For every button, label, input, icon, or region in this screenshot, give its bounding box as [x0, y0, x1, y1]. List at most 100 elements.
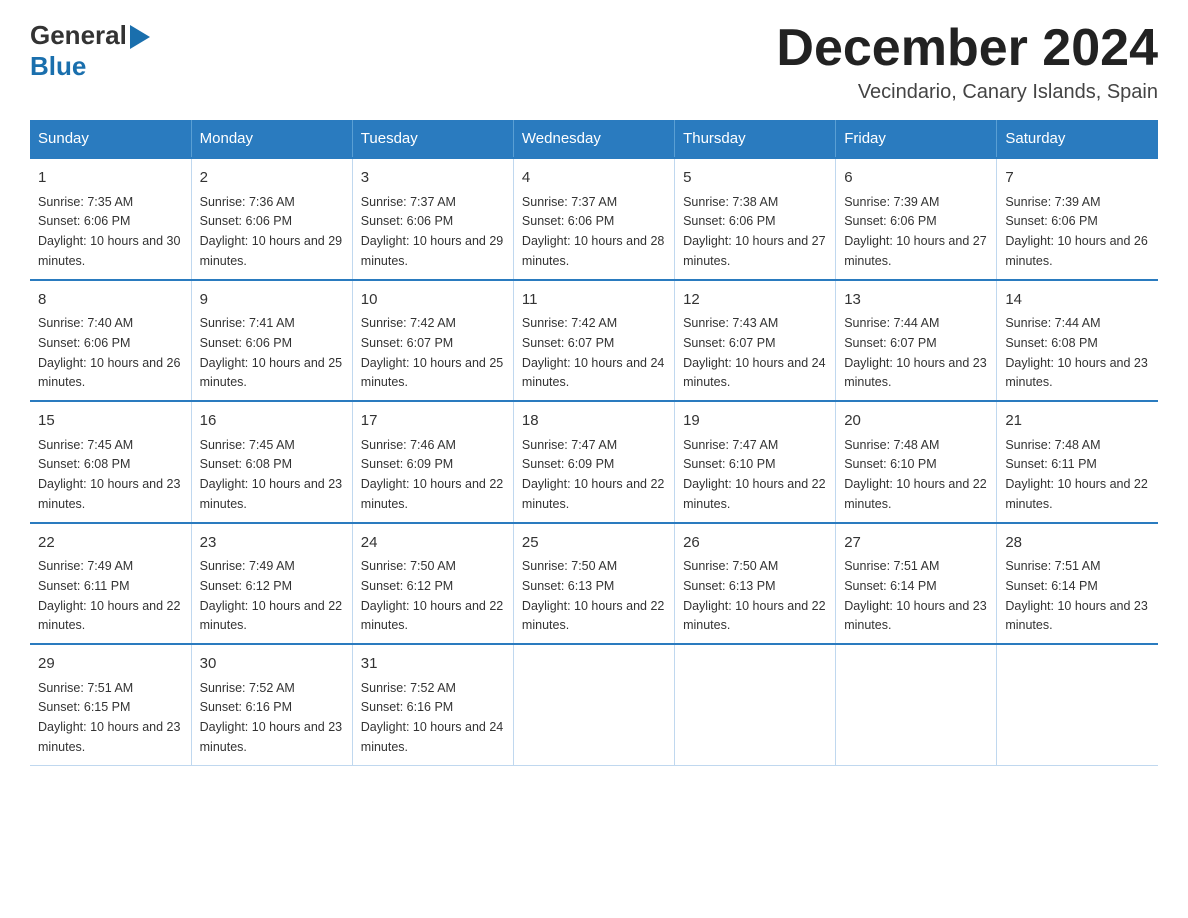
day-info: Sunrise: 7:39 AMSunset: 6:06 PMDaylight:…	[844, 195, 986, 268]
calendar-cell: 27 Sunrise: 7:51 AMSunset: 6:14 PMDayligh…	[836, 523, 997, 645]
day-info: Sunrise: 7:46 AMSunset: 6:09 PMDaylight:…	[361, 438, 503, 511]
calendar-cell	[675, 644, 836, 765]
day-info: Sunrise: 7:52 AMSunset: 6:16 PMDaylight:…	[200, 681, 342, 754]
day-info: Sunrise: 7:35 AMSunset: 6:06 PMDaylight:…	[38, 195, 180, 268]
day-info: Sunrise: 7:45 AMSunset: 6:08 PMDaylight:…	[200, 438, 342, 511]
calendar-week-row: 22 Sunrise: 7:49 AMSunset: 6:11 PMDayligh…	[30, 523, 1158, 645]
calendar-cell: 6 Sunrise: 7:39 AMSunset: 6:06 PMDaylight…	[836, 158, 997, 280]
header-row: SundayMondayTuesdayWednesdayThursdayFrid…	[30, 120, 1158, 158]
calendar-cell	[513, 644, 674, 765]
day-number: 30	[200, 653, 344, 676]
calendar-cell: 7 Sunrise: 7:39 AMSunset: 6:06 PMDaylight…	[997, 158, 1158, 280]
calendar-cell: 18Sunrise: 7:47 AMSunset: 6:09 PMDayligh…	[513, 401, 674, 523]
logo-general-text: General	[30, 20, 127, 51]
calendar-cell: 20 Sunrise: 7:48 AMSunset: 6:10 PMDayligh…	[836, 401, 997, 523]
day-number: 21	[1005, 410, 1150, 433]
title-section: December 2024 Vecindario, Canary Islands…	[776, 20, 1158, 104]
calendar-cell: 23Sunrise: 7:49 AMSunset: 6:12 PMDayligh…	[191, 523, 352, 645]
calendar-cell: 2 Sunrise: 7:36 AMSunset: 6:06 PMDaylight…	[191, 158, 352, 280]
day-number: 24	[361, 532, 505, 555]
calendar-week-row: 8 Sunrise: 7:40 AMSunset: 6:06 PMDaylight…	[30, 280, 1158, 402]
day-number: 7	[1005, 167, 1150, 190]
day-number: 22	[38, 532, 183, 555]
calendar-cell: 14 Sunrise: 7:44 AMSunset: 6:08 PMDayligh…	[997, 280, 1158, 402]
day-info: Sunrise: 7:51 AMSunset: 6:14 PMDaylight:…	[844, 559, 986, 632]
day-number: 9	[200, 289, 344, 312]
day-info: Sunrise: 7:51 AMSunset: 6:15 PMDaylight:…	[38, 681, 180, 754]
day-info: Sunrise: 7:49 AMSunset: 6:11 PMDaylight:…	[38, 559, 180, 632]
header-cell-saturday: Saturday	[997, 120, 1158, 158]
header-cell-tuesday: Tuesday	[352, 120, 513, 158]
calendar-cell: 24 Sunrise: 7:50 AMSunset: 6:12 PMDayligh…	[352, 523, 513, 645]
day-number: 11	[522, 289, 666, 312]
day-number: 26	[683, 532, 827, 555]
day-info: Sunrise: 7:42 AMSunset: 6:07 PMDaylight:…	[522, 316, 664, 389]
day-number: 28	[1005, 532, 1150, 555]
day-info: Sunrise: 7:44 AMSunset: 6:07 PMDaylight:…	[844, 316, 986, 389]
calendar-cell	[836, 644, 997, 765]
page-header: General Blue December 2024 Vecindario, C…	[30, 20, 1158, 104]
day-number: 27	[844, 532, 988, 555]
calendar-cell: 17 Sunrise: 7:46 AMSunset: 6:09 PMDayligh…	[352, 401, 513, 523]
calendar-cell	[997, 644, 1158, 765]
day-number: 17	[361, 410, 505, 433]
logo: General Blue	[30, 20, 150, 82]
day-number: 12	[683, 289, 827, 312]
day-info: Sunrise: 7:40 AMSunset: 6:06 PMDaylight:…	[38, 316, 180, 389]
day-info: Sunrise: 7:44 AMSunset: 6:08 PMDaylight:…	[1005, 316, 1147, 389]
calendar-body: 1 Sunrise: 7:35 AMSunset: 6:06 PMDaylight…	[30, 158, 1158, 765]
logo-arrow-icon	[130, 25, 150, 49]
day-number: 20	[844, 410, 988, 433]
day-number: 8	[38, 289, 183, 312]
day-info: Sunrise: 7:47 AMSunset: 6:09 PMDaylight:…	[522, 438, 664, 511]
page-subtitle: Vecindario, Canary Islands, Spain	[776, 81, 1158, 104]
day-number: 2	[200, 167, 344, 190]
calendar-cell: 29Sunrise: 7:51 AMSunset: 6:15 PMDayligh…	[30, 644, 191, 765]
day-info: Sunrise: 7:48 AMSunset: 6:10 PMDaylight:…	[844, 438, 986, 511]
day-number: 5	[683, 167, 827, 190]
calendar-table: SundayMondayTuesdayWednesdayThursdayFrid…	[30, 120, 1158, 766]
day-info: Sunrise: 7:48 AMSunset: 6:11 PMDaylight:…	[1005, 438, 1147, 511]
calendar-cell: 1 Sunrise: 7:35 AMSunset: 6:06 PMDaylight…	[30, 158, 191, 280]
day-info: Sunrise: 7:43 AMSunset: 6:07 PMDaylight:…	[683, 316, 825, 389]
day-info: Sunrise: 7:50 AMSunset: 6:13 PMDaylight:…	[522, 559, 664, 632]
calendar-cell: 19 Sunrise: 7:47 AMSunset: 6:10 PMDayligh…	[675, 401, 836, 523]
day-number: 14	[1005, 289, 1150, 312]
calendar-cell: 5 Sunrise: 7:38 AMSunset: 6:06 PMDaylight…	[675, 158, 836, 280]
calendar-cell: 10Sunrise: 7:42 AMSunset: 6:07 PMDayligh…	[352, 280, 513, 402]
day-info: Sunrise: 7:38 AMSunset: 6:06 PMDaylight:…	[683, 195, 825, 268]
day-info: Sunrise: 7:36 AMSunset: 6:06 PMDaylight:…	[200, 195, 342, 268]
calendar-cell: 21 Sunrise: 7:48 AMSunset: 6:11 PMDayligh…	[997, 401, 1158, 523]
day-info: Sunrise: 7:39 AMSunset: 6:06 PMDaylight:…	[1005, 195, 1147, 268]
calendar-cell: 28Sunrise: 7:51 AMSunset: 6:14 PMDayligh…	[997, 523, 1158, 645]
calendar-cell: 13Sunrise: 7:44 AMSunset: 6:07 PMDayligh…	[836, 280, 997, 402]
calendar-week-row: 29Sunrise: 7:51 AMSunset: 6:15 PMDayligh…	[30, 644, 1158, 765]
day-info: Sunrise: 7:37 AMSunset: 6:06 PMDaylight:…	[522, 195, 664, 268]
day-info: Sunrise: 7:37 AMSunset: 6:06 PMDaylight:…	[361, 195, 503, 268]
day-info: Sunrise: 7:47 AMSunset: 6:10 PMDaylight:…	[683, 438, 825, 511]
calendar-cell: 25Sunrise: 7:50 AMSunset: 6:13 PMDayligh…	[513, 523, 674, 645]
day-number: 1	[38, 167, 183, 190]
day-number: 3	[361, 167, 505, 190]
header-cell-friday: Friday	[836, 120, 997, 158]
day-number: 6	[844, 167, 988, 190]
page-title: December 2024	[776, 20, 1158, 77]
logo-blue-text: Blue	[30, 51, 86, 82]
calendar-cell: 11 Sunrise: 7:42 AMSunset: 6:07 PMDayligh…	[513, 280, 674, 402]
calendar-cell: 30 Sunrise: 7:52 AMSunset: 6:16 PMDayligh…	[191, 644, 352, 765]
day-number: 19	[683, 410, 827, 433]
calendar-cell: 26Sunrise: 7:50 AMSunset: 6:13 PMDayligh…	[675, 523, 836, 645]
day-number: 16	[200, 410, 344, 433]
calendar-cell: 9Sunrise: 7:41 AMSunset: 6:06 PMDaylight…	[191, 280, 352, 402]
calendar-header: SundayMondayTuesdayWednesdayThursdayFrid…	[30, 120, 1158, 158]
day-number: 10	[361, 289, 505, 312]
header-cell-thursday: Thursday	[675, 120, 836, 158]
calendar-week-row: 15Sunrise: 7:45 AMSunset: 6:08 PMDayligh…	[30, 401, 1158, 523]
calendar-week-row: 1 Sunrise: 7:35 AMSunset: 6:06 PMDaylight…	[30, 158, 1158, 280]
header-cell-monday: Monday	[191, 120, 352, 158]
calendar-cell: 3 Sunrise: 7:37 AMSunset: 6:06 PMDaylight…	[352, 158, 513, 280]
day-info: Sunrise: 7:50 AMSunset: 6:12 PMDaylight:…	[361, 559, 503, 632]
calendar-cell: 8 Sunrise: 7:40 AMSunset: 6:06 PMDaylight…	[30, 280, 191, 402]
calendar-cell: 31Sunrise: 7:52 AMSunset: 6:16 PMDayligh…	[352, 644, 513, 765]
calendar-cell: 4Sunrise: 7:37 AMSunset: 6:06 PMDaylight…	[513, 158, 674, 280]
